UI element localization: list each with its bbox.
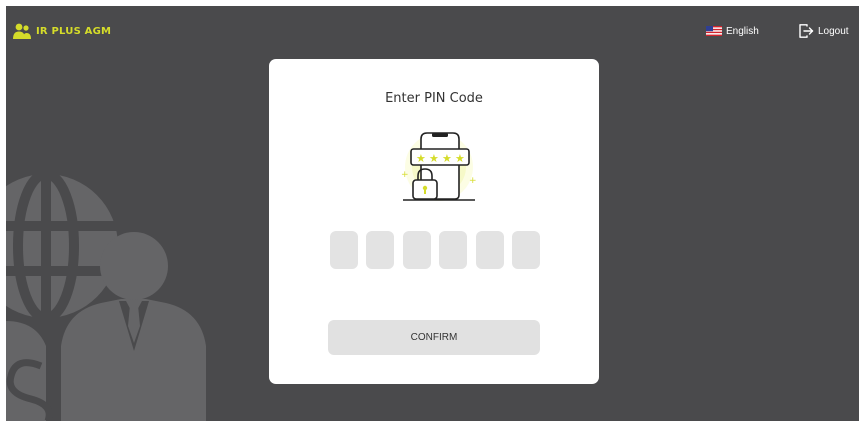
svg-text:★: ★ <box>455 152 465 165</box>
pin-digit-1[interactable] <box>330 231 358 269</box>
phone-password-lock-icon: ★ ★ ★ ★ + + <box>401 132 477 201</box>
language-selector[interactable]: English <box>706 23 759 39</box>
pin-digit-6[interactable] <box>511 231 540 269</box>
language-label: English <box>726 25 759 37</box>
pin-dialog: Enter PIN Code ★ ★ ★ ★ + + CONFIRM <box>269 59 599 384</box>
pin-input-group <box>330 231 540 269</box>
logout-icon <box>799 24 814 38</box>
confirm-button[interactable]: CONFIRM <box>328 320 540 355</box>
app-screen: IR PLUS AGM English Logout Enter PIN Cod… <box>6 6 859 421</box>
brand-logo[interactable]: IR PLUS AGM <box>12 21 111 41</box>
pin-digit-5[interactable] <box>475 231 504 269</box>
pin-dialog-title: Enter PIN Code <box>385 91 483 106</box>
people-logo-icon <box>13 23 31 39</box>
pin-digit-2[interactable] <box>366 231 395 269</box>
svg-text:+: + <box>469 176 477 186</box>
logout-label: Logout <box>818 25 849 37</box>
top-bar: IR PLUS AGM English Logout <box>6 6 859 56</box>
pin-digit-4[interactable] <box>439 231 468 269</box>
pin-digit-3[interactable] <box>402 231 431 269</box>
svg-text:★: ★ <box>442 152 452 165</box>
globe-businessman-icon <box>6 171 206 421</box>
svg-text:★: ★ <box>416 152 426 165</box>
brand-name: IR PLUS AGM <box>36 25 112 37</box>
logout-button[interactable]: Logout <box>798 22 849 40</box>
svg-text:★: ★ <box>429 152 439 165</box>
svg-text:+: + <box>401 170 409 180</box>
us-flag-icon <box>706 26 722 36</box>
